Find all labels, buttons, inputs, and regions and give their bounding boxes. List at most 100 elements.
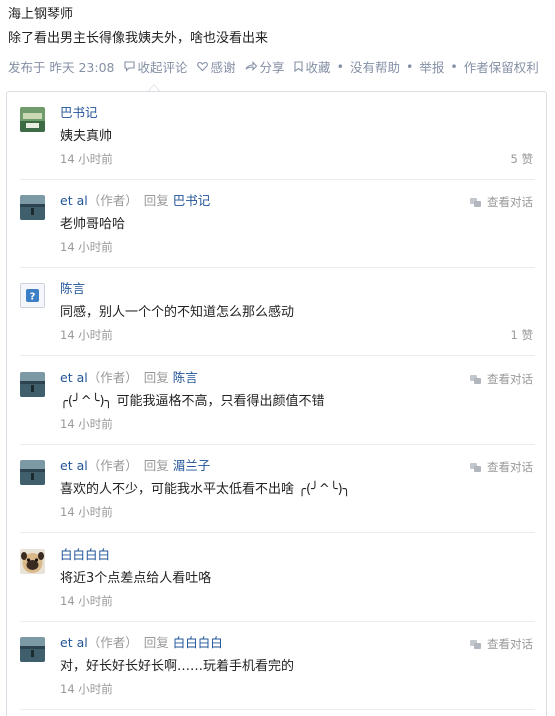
author-tag: （作者） [87,635,138,650]
comment-text: 同感，别人一个个的不知道怎么那么感动 [60,305,295,320]
published-time: 昨天 23:08 [49,59,115,75]
avatar-image [20,372,45,397]
answer-action-bar: 发布于 昨天 23:08 收起评论 感谢 分享 收藏 • 没有帮助 • 举报 •… [8,57,539,75]
comment-author-name[interactable]: et al [60,635,88,650]
author-tag: （作者） [87,370,138,385]
view-dialog-label: 查看对话 [487,460,533,474]
favorite-button[interactable]: 收藏 [293,57,331,76]
dialog-icon [470,374,482,384]
comment-item: et al（作者） 回复 湄兰子 查看对话 喜欢的人不少，可能我水平太低看不出啥 ╭… [20,445,535,533]
comment-author-name[interactable]: et al [60,370,88,385]
comment-author-name[interactable]: et al [60,458,88,473]
view-dialog-button[interactable]: 查看对话 [470,194,533,210]
comment-text: 对，好长好长好长啊……玩着手机看完的 [60,659,295,674]
share-label: 分享 [259,59,285,75]
copyright-label: 作者保留权利 [463,59,539,75]
heart-icon [196,61,208,71]
avatar[interactable] [20,107,45,132]
avatar-image [20,637,45,662]
question-icon: ? [20,283,45,308]
avatar[interactable]: ? [20,283,45,308]
answer-content: 除了看出男主长得像我姨夫外，啥也没看出来 [8,31,269,46]
favorite-label: 收藏 [305,59,331,75]
comment-like-count[interactable]: 5 赞 [511,151,533,167]
comment-time: 14 小时前 [60,417,113,431]
answer-author-name[interactable]: 海上钢琴师 [8,6,553,24]
answer-header: 海上钢琴师 除了看出男主长得像我姨夫外，啥也没看出来 [8,6,553,48]
comment-text: ╭(╯^╰)╮ 可能我逼格不高，只看得出颜值不错 [60,394,325,409]
avatar[interactable] [20,549,45,574]
thanks-label: 感谢 [210,59,236,75]
avatar-image [20,107,45,132]
comment-text: 喜欢的人不少，可能我水平太低看不出啥 ╭(╯^╰)╮ [60,482,351,497]
dialog-icon [470,197,482,207]
comment-header: et al（作者） 回复 白白白白 [60,635,223,651]
view-dialog-button[interactable]: 查看对话 [470,371,533,387]
view-dialog-label: 查看对话 [487,195,533,209]
no-help-label: 没有帮助 [349,59,400,75]
comment-time: 14 小时前 [60,152,113,166]
comment-header: 巴书记 [60,105,98,121]
comment-author-name[interactable]: 白白白白 [60,547,110,562]
reply-target-name[interactable]: 湄兰子 [173,458,211,473]
reply-target-name[interactable]: 巴书记 [173,193,211,208]
comment-header: et al（作者） 回复 湄兰子 [60,458,210,474]
reply-word: 回复 [143,635,169,650]
copyright-link[interactable]: 作者保留权利 [464,57,539,76]
author-tag: （作者） [87,193,138,208]
reply-target-name[interactable]: 陈言 [173,370,198,385]
comment-like-count[interactable]: 1 赞 [511,327,533,343]
publish-info[interactable]: 发布于 昨天 23:08 [8,57,115,76]
comment-header: et al（作者） 回复 巴书记 [60,193,210,209]
comment-text: 将近3个点差点给人看吐咯 [60,571,212,586]
svg-text:?: ? [30,292,36,303]
share-button[interactable]: 分享 [245,57,285,76]
share-icon [245,60,257,71]
reply-word: 回复 [143,370,169,385]
author-tag: （作者） [87,458,138,473]
no-help-button[interactable]: 没有帮助 [350,57,400,76]
report-label: 举报 [419,59,445,75]
comment-author-name[interactable]: 陈言 [60,281,85,296]
pug-avatar-image [20,549,45,574]
reply-word: 回复 [143,458,169,473]
comment-icon [123,60,135,72]
view-dialog-label: 查看对话 [487,372,533,386]
comment-author-name[interactable]: et al [60,193,88,208]
reply-word: 回复 [143,193,169,208]
collapse-comments-button[interactable]: 收起评论 [123,57,188,76]
reply-target-name[interactable]: 白白白白 [173,635,223,650]
comment-item: et al（作者） 回复 陈言 查看对话 ╭(╯^╰)╮ 可能我逼格不高，只看得出颜… [20,357,535,445]
avatar[interactable] [20,460,45,485]
report-button[interactable]: 举报 [419,57,444,76]
comment-text: 老帅哥哈哈 [60,217,126,232]
comment-time: 14 小时前 [60,682,113,696]
comment-item: 巴书记 姨夫真帅 14 小时前 5 赞 [20,92,535,180]
comment-item: et al（作者） 回复 白白白白 查看对话 对，好长好长好长啊……玩着手机看完的 … [20,622,535,710]
view-dialog-button[interactable]: 查看对话 [470,459,533,475]
comment-header: et al（作者） 回复 陈言 [60,370,198,386]
thanks-button[interactable]: 感谢 [196,57,236,76]
collapse-comments-label: 收起评论 [137,59,188,75]
avatar-image [20,195,45,220]
dialog-icon [470,462,482,472]
avatar[interactable] [20,637,45,662]
comment-author-name[interactable]: 巴书记 [60,105,98,120]
comment-item: et al（作者） 回复 巴书记 查看对话 老帅哥哈哈 14 小时前 [20,180,535,268]
avatar[interactable] [20,372,45,397]
comment-header: 白白白白 [60,547,110,563]
comment-text: 姨夫真帅 [60,129,113,144]
comments-panel: 巴书记 姨夫真帅 14 小时前 5 赞 et al（作者） 回复 巴书记 查看对话 … [6,91,547,716]
view-dialog-label: 查看对话 [487,637,533,651]
comment-item: ? 陈言 同感，别人一个个的不知道怎么那么感动 14 小时前 1 赞 [20,268,535,356]
dialog-icon [470,639,482,649]
bookmark-icon [293,60,303,72]
view-dialog-button[interactable]: 查看对话 [470,636,533,652]
separator-dot: • [336,58,344,74]
comment-time: 14 小时前 [60,505,113,519]
avatar-image [20,460,45,485]
avatar[interactable] [20,195,45,220]
comment-time: 14 小时前 [60,328,113,342]
comment-header: 陈言 [60,281,85,297]
published-prefix: 发布于 [8,59,46,75]
